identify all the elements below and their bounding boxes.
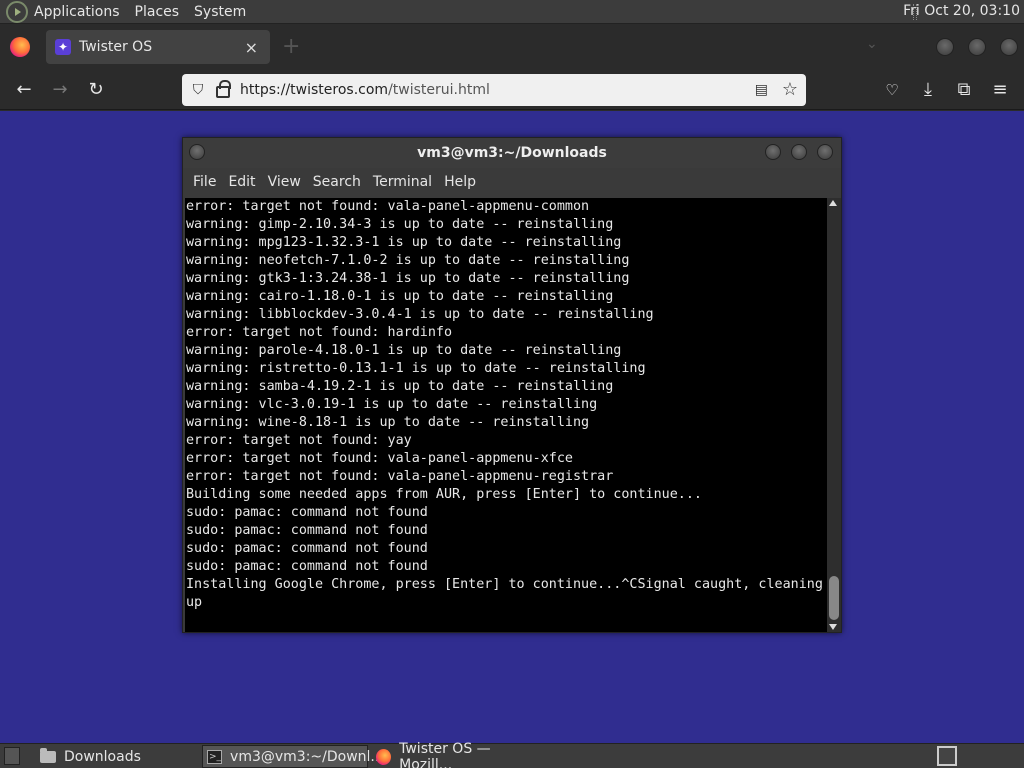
tab-title: Twister OS (79, 39, 153, 55)
forward-arrow-icon[interactable]: → (48, 78, 72, 102)
terminal-title: vm3@vm3:~/Downloads (417, 145, 607, 161)
terminal-line: error: target not found: vala-panel-appm… (186, 199, 590, 214)
bookmark-star-icon[interactable]: ☆ (782, 79, 798, 100)
browser-tabbar: ✦ Twister OS × + ⌄ (0, 24, 1024, 70)
terminal-line: Installing Google Chrome, press [Enter] … (186, 577, 823, 592)
task-label: vm3@vm3:~/Downl... (230, 748, 384, 765)
terminal-line: warning: wine-8.18-1 is up to date -- re… (186, 415, 590, 430)
terminal-window[interactable]: vm3@vm3:~/Downloads File Edit View Searc… (182, 137, 842, 633)
show-desktop-button[interactable] (937, 746, 957, 766)
menu-file[interactable]: File (193, 174, 216, 190)
system-menu[interactable]: System (194, 4, 246, 20)
terminal-scrollbar[interactable] (827, 198, 841, 632)
lock-icon[interactable] (216, 80, 231, 98)
terminal-line: error: target not found: hardinfo (186, 325, 453, 340)
menu-edit[interactable]: Edit (228, 174, 255, 190)
scroll-up-arrow-icon[interactable] (829, 200, 837, 206)
browser-navbar: ← → ↻ ⛉ https://twisteros.com/twisterui.… (0, 70, 1024, 110)
terminal-line: sudo: pamac: command not found (186, 541, 428, 556)
clock[interactable]: Fri Oct 20, 03:10 (903, 3, 1020, 19)
terminal-line: error: target not found: yay (186, 433, 412, 448)
applications-menu[interactable]: Applications (34, 4, 120, 20)
terminal-line: warning: vlc-3.0.19-1 is up to date -- r… (186, 397, 598, 412)
terminal-line: up (186, 595, 203, 610)
places-menu[interactable]: Places (135, 4, 180, 20)
terminal-close-button[interactable] (817, 144, 833, 160)
close-window-button[interactable] (1000, 38, 1018, 56)
maximize-button[interactable] (968, 38, 986, 56)
task-downloads[interactable]: Downloads (36, 745, 198, 768)
window-menu-button[interactable] (189, 144, 205, 160)
panel-handle[interactable] (4, 747, 20, 765)
scroll-down-arrow-icon[interactable] (829, 624, 837, 630)
menu-search[interactable]: Search (313, 174, 361, 190)
terminal-line: Building some needed apps from AUR, pres… (186, 487, 702, 502)
terminal-line: warning: samba-4.19.2-1 is up to date --… (186, 379, 614, 394)
terminal-line: warning: parole-4.18.0-1 is up to date -… (186, 343, 622, 358)
menu-help[interactable]: Help (444, 174, 476, 190)
top-panel: Applications Places System Fri Oct 20, 0… (0, 0, 1024, 24)
extensions-icon[interactable]: ⧉ (952, 78, 976, 102)
terminal-output[interactable]: error: target not found: vala-panel-appm… (185, 198, 827, 632)
system-logo-icon[interactable] (6, 0, 28, 23)
firefox-view-icon[interactable] (10, 37, 30, 57)
terminal-line: warning: neofetch-7.1.0-2 is up to date … (186, 253, 630, 268)
terminal-line: warning: gimp-2.10.34-3 is up to date --… (186, 217, 614, 232)
terminal-titlebar[interactable]: vm3@vm3:~/Downloads (183, 138, 841, 168)
terminal-line: warning: mpg123-1.32.3-1 is up to date -… (186, 235, 622, 250)
url-text[interactable]: https://twisteros.com/twisterui.html (240, 82, 490, 98)
terminal-icon: >_ (207, 749, 223, 764)
terminal-line: sudo: pamac: command not found (186, 559, 428, 574)
terminal-line: error: target not found: vala-panel-appm… (186, 451, 573, 466)
back-arrow-icon[interactable]: ← (12, 78, 36, 102)
pocket-icon[interactable]: ♡ (880, 78, 904, 102)
terminal-line: sudo: pamac: command not found (186, 523, 428, 538)
menu-view[interactable]: View (268, 174, 301, 190)
hamburger-menu-icon[interactable]: ≡ (988, 78, 1012, 102)
terminal-maximize-button[interactable] (791, 144, 807, 160)
task-label: Twister OS — Mozill... (399, 740, 491, 768)
menu-terminal[interactable]: Terminal (373, 174, 432, 190)
terminal-line: warning: libblockdev-3.0.4-1 is up to da… (186, 307, 654, 322)
terminal-line: sudo: pamac: command not found (186, 505, 428, 520)
terminal-line: error: target not found: vala-panel-appm… (186, 469, 614, 484)
terminal-line: warning: gtk3-1:3.24.38-1 is up to date … (186, 271, 630, 286)
downloads-icon[interactable]: ⤓ (916, 78, 940, 102)
tracking-shield-icon[interactable]: ⛉ (190, 82, 206, 98)
minimize-button[interactable] (936, 38, 954, 56)
folder-icon (40, 747, 56, 763)
new-tab-button[interactable]: + (282, 34, 300, 59)
tab-twister-os[interactable]: ✦ Twister OS × (46, 30, 270, 64)
scrollbar-thumb[interactable] (829, 576, 839, 620)
terminal-minimize-button[interactable] (765, 144, 781, 160)
list-tabs-chevron-icon[interactable]: ⌄ (866, 36, 878, 52)
terminal-line: warning: cairo-1.18.0-1 is up to date --… (186, 289, 614, 304)
tab-close-icon[interactable]: × (245, 38, 258, 57)
reload-icon[interactable]: ↻ (84, 78, 108, 102)
reader-view-icon[interactable]: ▤ (755, 82, 768, 98)
terminal-menubar: File Edit View Search Terminal Help (183, 168, 841, 196)
page-content: vm3@vm3:~/Downloads File Edit View Searc… (0, 111, 1024, 743)
firefox-icon (376, 748, 392, 765)
bottom-panel: Downloads >_ vm3@vm3:~/Downl... Twister … (0, 741, 1024, 768)
url-bar[interactable]: ⛉ https://twisteros.com/twisterui.html ▤… (182, 74, 806, 106)
twister-favicon-icon: ✦ (55, 39, 71, 55)
task-label: Downloads (64, 748, 141, 765)
terminal-line: warning: ristretto-0.13.1-1 is up to dat… (186, 361, 646, 376)
top-menu: Applications Places System (34, 4, 246, 20)
task-terminal[interactable]: >_ vm3@vm3:~/Downl... (202, 745, 384, 768)
task-firefox[interactable]: Twister OS — Mozill... (372, 741, 540, 768)
